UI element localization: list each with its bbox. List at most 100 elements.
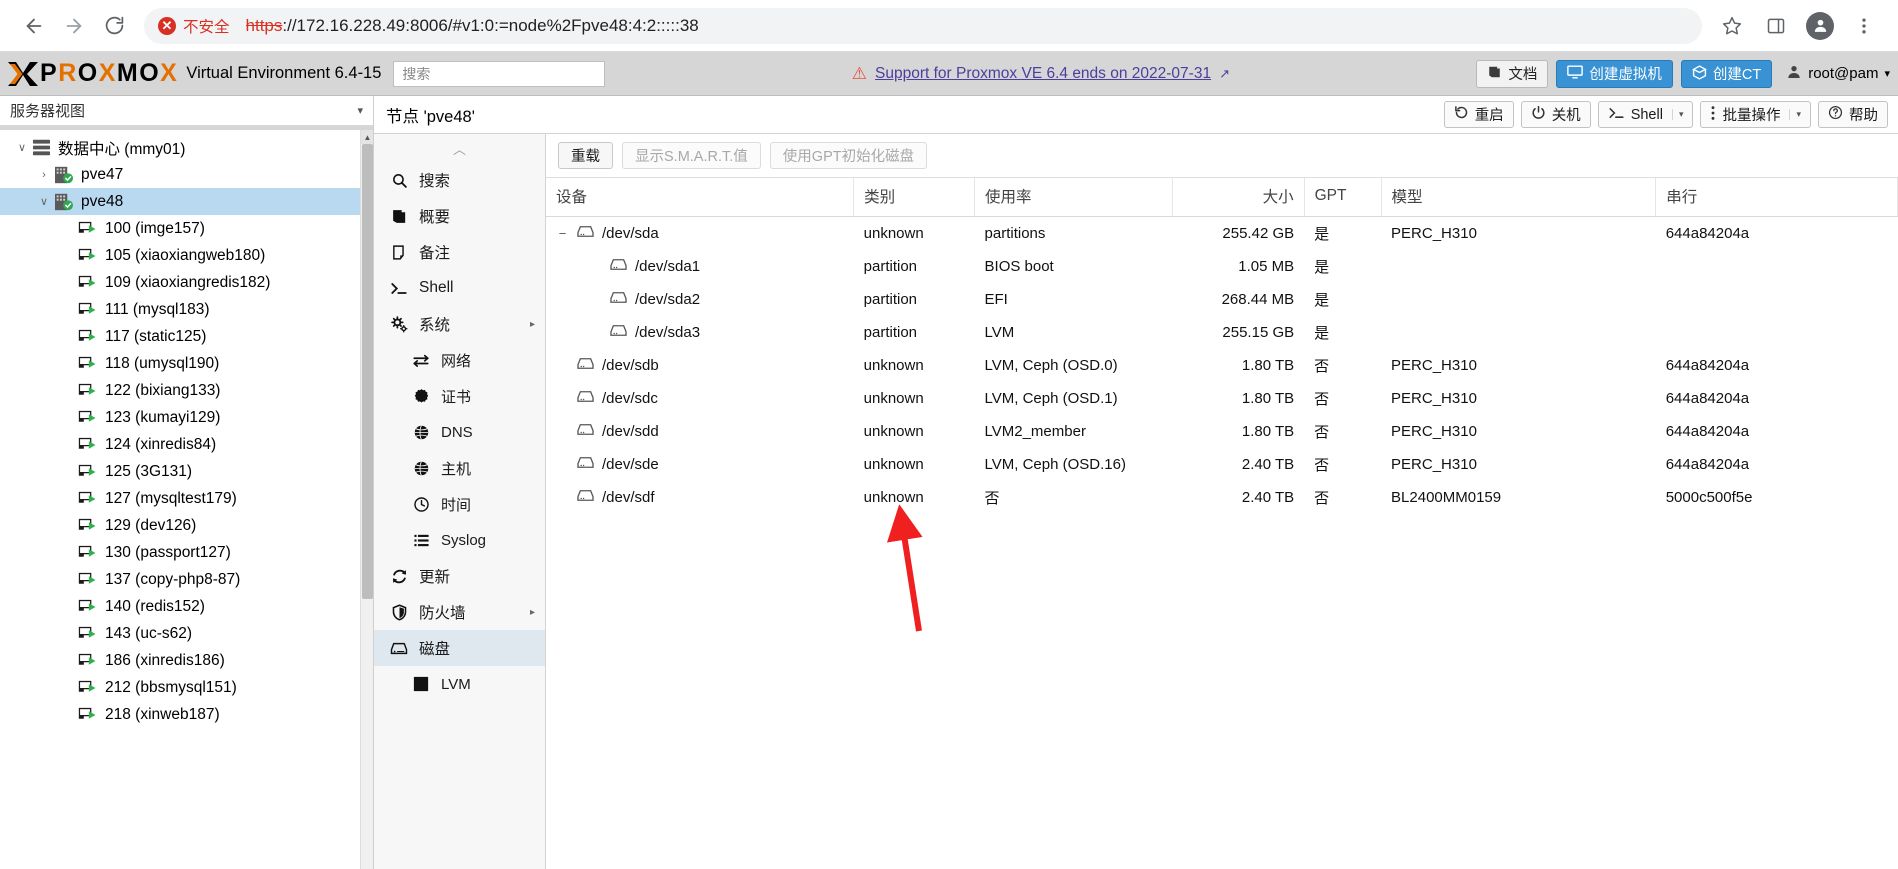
table-row[interactable]: /dev/sdd unknown LVM2_member 1.80 TB 否 PERC_H… (546, 415, 1898, 448)
chevron-down-icon[interactable]: ▾ (1671, 109, 1683, 120)
tree-item[interactable]: 212 (bbsmysql151) (0, 674, 373, 701)
nav-item-9[interactable]: 时间 (374, 486, 545, 522)
table-row[interactable]: /dev/sdc unknown LVM, Ceph (OSD.1) 1.80 TB 否… (546, 382, 1898, 415)
nav-collapse-toggle[interactable]: ︿ (374, 134, 545, 162)
table-row[interactable]: /dev/sda2 partition EFI 268.44 MB 是 (546, 283, 1898, 316)
tree-item[interactable]: 100 (imge157) (0, 215, 373, 242)
chevron-right-icon[interactable]: ▸ (530, 607, 535, 618)
table-row[interactable]: /dev/sdf unknown 否 2.40 TB 否 BL2400MM0159 5000… (546, 481, 1898, 514)
column-header-2[interactable]: 使用率 (974, 178, 1173, 217)
tree-item[interactable]: ∨ 数据中心 (mmy01) (0, 134, 373, 161)
security-badge[interactable]: ✕ 不安全 (158, 15, 230, 37)
chevron-right-icon[interactable]: › (34, 169, 54, 181)
tree-item[interactable]: 109 (xiaoxiangredis182) (0, 269, 373, 296)
nav-item-6[interactable]: 证书 (374, 378, 545, 414)
nav-item-0[interactable]: 搜索 (374, 162, 545, 198)
column-header-3[interactable]: 大小 (1172, 178, 1305, 217)
tree-item[interactable]: 137 (copy-php8-87) (0, 566, 373, 593)
nav-item-7[interactable]: DNS (374, 414, 545, 450)
cell-size: 255.15 GB (1222, 324, 1295, 341)
nav-item-13[interactable]: 磁盘 (374, 630, 545, 666)
url-text: https://172.16.228.49:8006/#v1:0:=node%2… (246, 16, 699, 36)
table-row[interactable]: − /dev/sda unknown partitions 255.42 GB 是 PERC… (546, 217, 1898, 251)
tree-scrollbar-thumb[interactable] (362, 144, 373, 599)
view-selector[interactable]: 服务器视图 ▾ (0, 96, 373, 126)
tree-item-label: pve47 (81, 165, 124, 183)
tree-item[interactable]: ∨ pve48 (0, 188, 373, 215)
nav-item-11[interactable]: 更新 (374, 558, 545, 594)
node-body: ︿ 搜索 概要 备注 Shell 系统 ▸ 网络 证书 DNS 主机 时间 Syslog 更新 防火墙 ▸ 磁… (374, 134, 1898, 869)
tree-item[interactable]: 186 (xinredis186) (0, 647, 373, 674)
tree-item[interactable]: 123 (kumayi129) (0, 404, 373, 431)
table-row[interactable]: /dev/sdb unknown LVM, Ceph (OSD.0) 1.80 TB 否… (546, 349, 1898, 382)
browser-back-button[interactable] (14, 6, 54, 46)
create-vm-button[interactable]: 创建虚拟机 (1556, 59, 1673, 88)
node-button-2[interactable]: Shell ▾ (1597, 101, 1694, 128)
cell-device: /dev/sda1 (546, 250, 854, 283)
nav-item-2[interactable]: 备注 (374, 234, 545, 270)
tree-item[interactable]: 130 (passport127) (0, 539, 373, 566)
tree-item[interactable]: 127 (mysqltest179) (0, 485, 373, 512)
proxmox-logo[interactable]: PROXMOX (4, 59, 178, 88)
tree-item[interactable]: 105 (xiaoxiangweb180) (0, 242, 373, 269)
cell-size: 1.05 MB (1238, 258, 1295, 275)
create-ct-button[interactable]: 创建CT (1680, 59, 1773, 88)
tree-item[interactable]: 140 (redis152) (0, 593, 373, 620)
nav-item-3[interactable]: Shell (374, 270, 545, 306)
nav-item-10[interactable]: Syslog (374, 522, 545, 558)
tree-item[interactable]: 129 (dev126) (0, 512, 373, 539)
table-row[interactable]: /dev/sda3 partition LVM 255.15 GB 是 (546, 316, 1898, 349)
table-row[interactable]: /dev/sde unknown LVM, Ceph (OSD.16) 2.40 TB… (546, 448, 1898, 481)
nav-item-4[interactable]: 系统 ▸ (374, 306, 545, 342)
chevron-down-icon[interactable]: ∨ (34, 195, 54, 208)
tree-item[interactable]: 122 (bixiang133) (0, 377, 373, 404)
tree-item[interactable]: 117 (static125) (0, 323, 373, 350)
node-button-3[interactable]: 批量操作 ▾ (1700, 101, 1811, 128)
tree-item-label: 100 (imge157) (105, 219, 205, 237)
table-row[interactable]: /dev/sda1 partition BIOS boot 1.05 MB 是 (546, 250, 1898, 283)
chevron-right-icon[interactable]: ▸ (530, 319, 535, 330)
tree-item[interactable]: 125 (3G131) (0, 458, 373, 485)
refresh-icon (390, 568, 408, 585)
nav-item-1[interactable]: 概要 (374, 198, 545, 234)
chevron-down-icon[interactable]: ▾ (1789, 109, 1801, 120)
side-panel-icon[interactable] (1756, 6, 1796, 46)
browser-menu-icon[interactable] (1844, 6, 1884, 46)
search-input[interactable]: 搜索 (393, 60, 606, 87)
scroll-up-arrow[interactable]: ▲ (361, 130, 373, 144)
resource-tree-scroll[interactable]: ∨ 数据中心 (mmy01) › pve47 ∨ pve48 100 (imge157) 10… (0, 126, 373, 869)
user-menu[interactable]: root@pam ▾ (1780, 64, 1890, 84)
tree-item[interactable]: 111 (mysql183) (0, 296, 373, 323)
tree-item[interactable]: 218 (xinweb187) (0, 701, 373, 728)
column-header-4[interactable]: GPT (1304, 178, 1382, 217)
node-button-1[interactable]: 关机 (1520, 101, 1591, 128)
browser-forward-button[interactable] (54, 6, 94, 46)
node-button-4[interactable]: 帮助 (1818, 101, 1888, 128)
vm-icon (78, 356, 98, 372)
profile-avatar[interactable] (1800, 6, 1840, 46)
bookmark-star-icon[interactable] (1712, 6, 1752, 46)
disks-toolbar-button-0[interactable]: 重载 (558, 142, 613, 169)
column-header-5[interactable]: 模型 (1381, 178, 1657, 217)
column-header-0[interactable]: 设备 (546, 178, 855, 217)
nav-item-12[interactable]: 防火墙 ▸ (374, 594, 545, 630)
column-header-6[interactable]: 串行 (1655, 178, 1898, 217)
tree-item[interactable]: › pve47 (0, 161, 373, 188)
support-link[interactable]: Support for Proxmox VE 6.4 ends on 2022-… (875, 65, 1211, 83)
nav-item-5[interactable]: 网络 (374, 342, 545, 378)
tree-item[interactable]: 124 (xinredis84) (0, 431, 373, 458)
tree-item[interactable]: 143 (uc-s62) (0, 620, 373, 647)
column-header-1[interactable]: 类别 (853, 178, 976, 217)
nav-item-14[interactable]: LVM (374, 666, 545, 702)
tree-scrollbar[interactable]: ▲ (360, 130, 373, 869)
address-bar[interactable]: ✕ 不安全 https://172.16.228.49:8006/#v1:0:=… (144, 7, 1702, 44)
chevron-down-icon[interactable]: ∨ (12, 141, 32, 154)
tree-item[interactable]: 118 (umysql190) (0, 350, 373, 377)
node-button-0[interactable]: 重启 (1443, 101, 1514, 128)
tree-collapse-toggle[interactable]: − (556, 227, 569, 240)
browser-reload-button[interactable] (94, 6, 134, 46)
nav-item-8[interactable]: 主机 (374, 450, 545, 486)
tree-item-label: 117 (static125) (105, 327, 207, 345)
cell-device: /dev/sdd (546, 415, 854, 448)
docs-button[interactable]: 文档 (1476, 59, 1549, 88)
